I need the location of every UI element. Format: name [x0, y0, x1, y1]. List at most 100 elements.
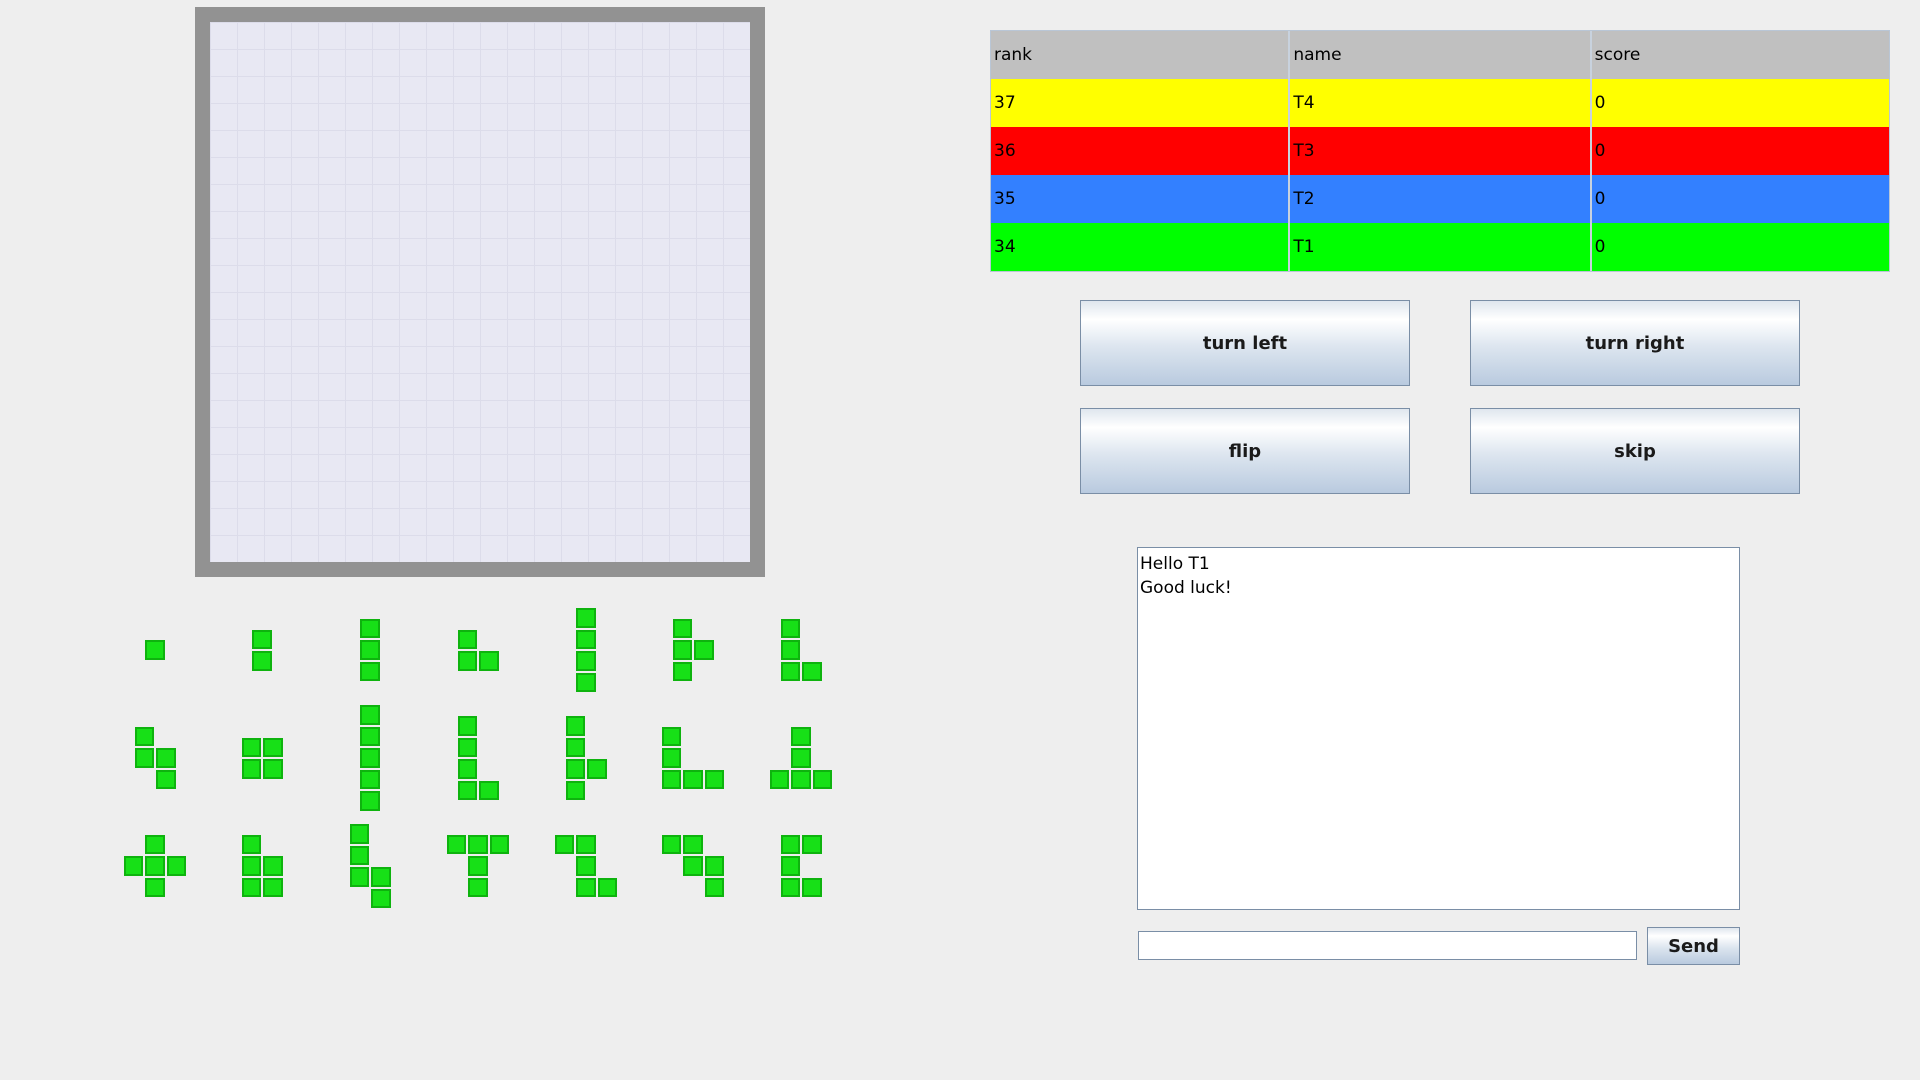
game-piece[interactable]: [769, 726, 835, 792]
piece-cell: [468, 834, 488, 855]
chat-message: Hello T1: [1140, 554, 1210, 574]
piece-cell: [769, 769, 790, 790]
game-piece[interactable]: [360, 618, 382, 684]
piece-cell: [661, 834, 682, 855]
game-piece[interactable]: [780, 834, 824, 900]
piece-cell: [704, 877, 725, 898]
name-cell: T2: [1290, 175, 1592, 223]
piece-cell: [360, 769, 380, 790]
chat-message: Good luck!: [1140, 578, 1232, 598]
game-piece[interactable]: [241, 737, 285, 781]
table-row[interactable]: 35 T2 0: [991, 175, 1889, 223]
piece-cell: [263, 759, 283, 779]
piece-cell: [360, 726, 380, 747]
piece-cell: [241, 759, 261, 779]
piece-cell: [672, 661, 692, 682]
piece-cell: [360, 705, 380, 725]
piece-cell: [479, 651, 499, 671]
piece-cell: [661, 726, 682, 747]
piece-cell: [349, 845, 369, 865]
piece-cell: [780, 877, 800, 898]
rank-cell: 34: [991, 223, 1291, 271]
skip-button[interactable]: skip: [1470, 408, 1800, 494]
table-row[interactable]: 37 T4 0: [991, 79, 1889, 127]
table-row[interactable]: 34 T1 0: [991, 223, 1889, 271]
piece-cell: [457, 737, 477, 757]
chat-input[interactable]: [1138, 931, 1637, 960]
chat-log[interactable]: Hello T1 Good luck!: [1137, 547, 1740, 910]
send-button[interactable]: Send: [1647, 927, 1740, 965]
table-row[interactable]: 36 T3 0: [991, 127, 1889, 175]
game-piece[interactable]: [780, 618, 824, 684]
piece-cell: [479, 780, 499, 800]
piece-cell: [597, 877, 618, 898]
game-piece[interactable]: [457, 629, 501, 673]
piece-cell: [145, 640, 165, 660]
game-piece[interactable]: [145, 640, 167, 662]
piece-cell: [241, 737, 261, 757]
piece-cell: [780, 834, 800, 855]
game-piece[interactable]: [360, 705, 382, 813]
piece-cell: [263, 856, 283, 876]
piece-cell: [457, 716, 477, 736]
piece-cell: [252, 629, 272, 649]
game-piece[interactable]: [672, 618, 716, 684]
score-cell: 0: [1594, 93, 1606, 113]
piece-cell: [576, 629, 596, 649]
piece-cell: [565, 716, 585, 736]
piece-cell: [802, 834, 822, 855]
column-header-score[interactable]: score: [1592, 31, 1889, 79]
piece-cell: [349, 824, 369, 844]
piece-cell: [565, 737, 585, 757]
piece-cell: [252, 651, 272, 671]
piece-cell: [780, 661, 800, 682]
piece-cell: [145, 877, 165, 898]
piece-cell: [457, 759, 477, 779]
piece-cell: [661, 769, 682, 790]
column-header-name[interactable]: name: [1290, 31, 1592, 79]
piece-cell: [134, 726, 154, 747]
piece-cell: [704, 769, 725, 790]
score-cell: 0: [1594, 237, 1606, 257]
turn-right-button[interactable]: turn right: [1470, 300, 1800, 386]
piece-cell: [263, 737, 283, 757]
piece-cell: [349, 867, 369, 887]
piece-cell: [802, 661, 822, 682]
piece-cell: [123, 856, 144, 876]
game-piece[interactable]: [457, 716, 501, 802]
piece-cell: [134, 748, 154, 768]
score-cell: 0: [1594, 141, 1606, 161]
flip-button[interactable]: flip: [1080, 408, 1410, 494]
piece-cell: [694, 640, 714, 660]
piece-cell: [241, 834, 261, 855]
score-table: rank name score 37 T4 0 36 T3 0 35 T2 0 …: [990, 30, 1890, 272]
game-piece[interactable]: [349, 824, 393, 910]
piece-cell: [360, 661, 380, 682]
piece-cell: [166, 856, 187, 876]
game-piece[interactable]: [241, 834, 285, 900]
game-piece[interactable]: [446, 834, 512, 900]
piece-cell: [791, 769, 811, 790]
piece-inventory: [0, 0, 900, 1080]
piece-cell: [661, 748, 682, 768]
piece-cell: [360, 748, 380, 768]
piece-cell: [145, 856, 165, 876]
name-cell: T1: [1290, 223, 1592, 271]
game-piece[interactable]: [554, 834, 620, 900]
table-header-row: rank name score: [991, 31, 1889, 79]
piece-cell: [565, 780, 585, 800]
piece-cell: [565, 759, 585, 779]
turn-left-button[interactable]: turn left: [1080, 300, 1410, 386]
piece-cell: [360, 618, 380, 639]
game-piece[interactable]: [565, 716, 609, 802]
game-piece[interactable]: [661, 726, 727, 792]
game-piece[interactable]: [134, 726, 178, 792]
piece-cell: [672, 640, 692, 660]
game-piece[interactable]: [661, 834, 727, 900]
column-header-rank[interactable]: rank: [991, 31, 1291, 79]
piece-cell: [576, 856, 596, 876]
game-piece[interactable]: [576, 608, 598, 694]
piece-cell: [576, 672, 596, 692]
game-piece[interactable]: [123, 834, 189, 900]
game-piece[interactable]: [252, 629, 274, 673]
